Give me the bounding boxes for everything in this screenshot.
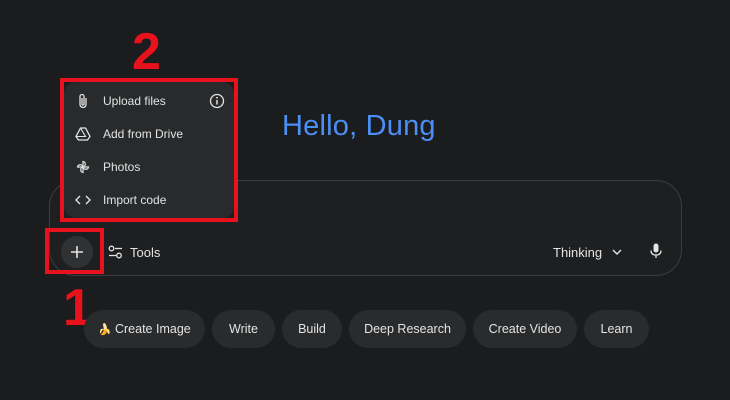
chip-label: Deep Research bbox=[364, 322, 451, 336]
annotation-step-2: 2 bbox=[132, 23, 161, 81]
model-selector[interactable]: Thinking bbox=[553, 241, 622, 263]
chip-write[interactable]: Write bbox=[212, 310, 275, 348]
chip-label: Create Video bbox=[488, 322, 562, 336]
model-selector-label: Thinking bbox=[553, 244, 603, 260]
microphone-icon bbox=[650, 243, 662, 258]
annotation-box-menu bbox=[60, 78, 238, 222]
microphone-button[interactable] bbox=[648, 241, 664, 261]
chip-build[interactable]: Build bbox=[282, 310, 342, 348]
chip-create-image[interactable]: 🍌 Create Image bbox=[84, 310, 205, 348]
greeting-title: Hello, Dung bbox=[282, 110, 436, 142]
chip-create-video[interactable]: Create Video bbox=[473, 310, 577, 348]
chip-label: Create Image bbox=[114, 322, 191, 336]
banana-icon: 🍌 bbox=[98, 323, 112, 336]
chip-label: Write bbox=[229, 322, 258, 336]
chip-label: Learn bbox=[600, 322, 633, 336]
chip-learn[interactable]: Learn bbox=[584, 310, 649, 348]
chip-deep-research[interactable]: Deep Research bbox=[349, 310, 466, 348]
annotation-box-plus bbox=[45, 228, 104, 274]
tools-label: Tools bbox=[130, 244, 161, 260]
chevron-down-icon bbox=[612, 249, 622, 255]
tune-icon bbox=[108, 245, 122, 259]
tools-button[interactable]: Tools bbox=[108, 241, 160, 263]
chip-label: Build bbox=[298, 322, 326, 336]
